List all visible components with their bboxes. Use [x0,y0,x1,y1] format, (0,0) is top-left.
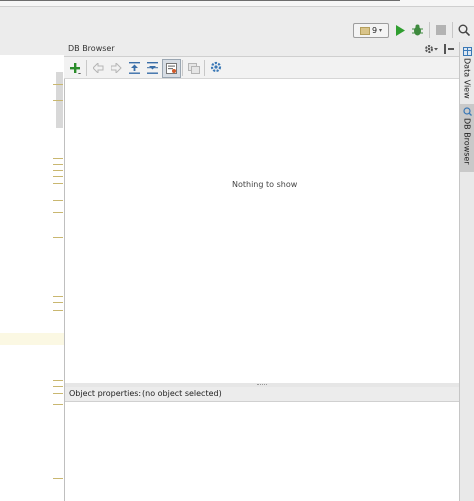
stop-icon [436,25,446,35]
forward-icon [110,63,122,73]
run-config-icon [359,26,370,35]
error-stripe-mark[interactable] [53,404,63,405]
stop-button[interactable] [434,23,448,37]
pin-icon [444,44,454,54]
error-stripe-mark[interactable] [53,200,63,201]
add-connection-button[interactable] [68,61,82,75]
run-icon [396,24,405,36]
run-config-label: 9 [371,26,378,35]
error-stripe-mark[interactable] [53,478,63,479]
error-stripe-mark[interactable] [53,296,63,297]
add-connection-icon [70,63,81,74]
object-properties-area [65,402,459,501]
db-object-tree[interactable] [65,79,459,383]
tree-empty-message: Nothing to show [232,180,298,189]
object-properties-label: Object properties: [69,389,142,398]
error-stripe-mark[interactable] [53,176,63,177]
error-stripe-mark[interactable] [53,386,63,387]
back-icon [92,63,103,73]
error-stripe-mark[interactable] [53,170,63,171]
search-everywhere-button[interactable] [457,23,471,37]
panel-settings-button[interactable] [424,44,438,54]
search-icon [458,24,470,36]
duplicate-icon [188,62,200,74]
bug-icon [411,24,423,36]
error-stripe-mark[interactable] [53,100,63,101]
error-stripe-mark[interactable] [53,310,63,311]
tab-db-browser-label: DB Browser [462,118,472,165]
run-configuration-dropdown[interactable]: 9 ▾ [353,23,389,38]
debug-button[interactable] [410,23,424,37]
filter-icon [166,63,177,74]
connection-settings-button[interactable] [209,60,223,74]
settings-icon [210,61,222,73]
panel-title: DB Browser [68,44,115,53]
error-stripe-mark[interactable] [53,183,63,184]
error-stripe-mark[interactable] [53,393,63,394]
duplicate-button[interactable] [187,61,201,75]
chevron-down-icon: ▾ [379,27,383,34]
toolbar-separator [204,60,205,76]
error-stripe-mark[interactable] [53,84,63,85]
tab-data-view-label: Data View [462,58,472,99]
error-stripe-mark[interactable] [53,212,63,213]
panel-hide-button[interactable] [444,44,454,54]
expand-all-button[interactable] [145,61,159,75]
tab-db-browser[interactable]: DB Browser [460,104,474,172]
db-search-icon [462,107,472,116]
forward-button[interactable] [109,61,123,75]
toolbar-separator [86,60,87,76]
collapse-all-icon [128,62,140,74]
object-properties-value: (no object selected) [142,389,222,398]
error-stripe-mark[interactable] [53,380,63,381]
db-browser-toolbar [64,57,459,79]
error-stripe-mark[interactable] [53,302,63,303]
run-button[interactable] [393,23,407,37]
panel-title-bar [64,42,459,57]
back-button[interactable] [91,61,105,75]
editor-current-line [0,333,64,345]
table-icon [462,47,472,56]
expand-all-icon [146,62,158,74]
tab-data-view[interactable]: Data View [460,47,474,99]
error-stripe-mark[interactable] [53,237,63,238]
collapse-all-button[interactable] [127,61,141,75]
toolbar-separator [429,22,430,38]
error-stripe-mark[interactable] [53,164,63,165]
gear-icon [425,45,438,53]
toolbar-separator [452,22,453,38]
filter-toggle-button[interactable] [162,59,181,78]
toolbar-separator [182,60,183,76]
window-top-strip [0,0,474,7]
error-stripe-mark[interactable] [53,158,63,159]
